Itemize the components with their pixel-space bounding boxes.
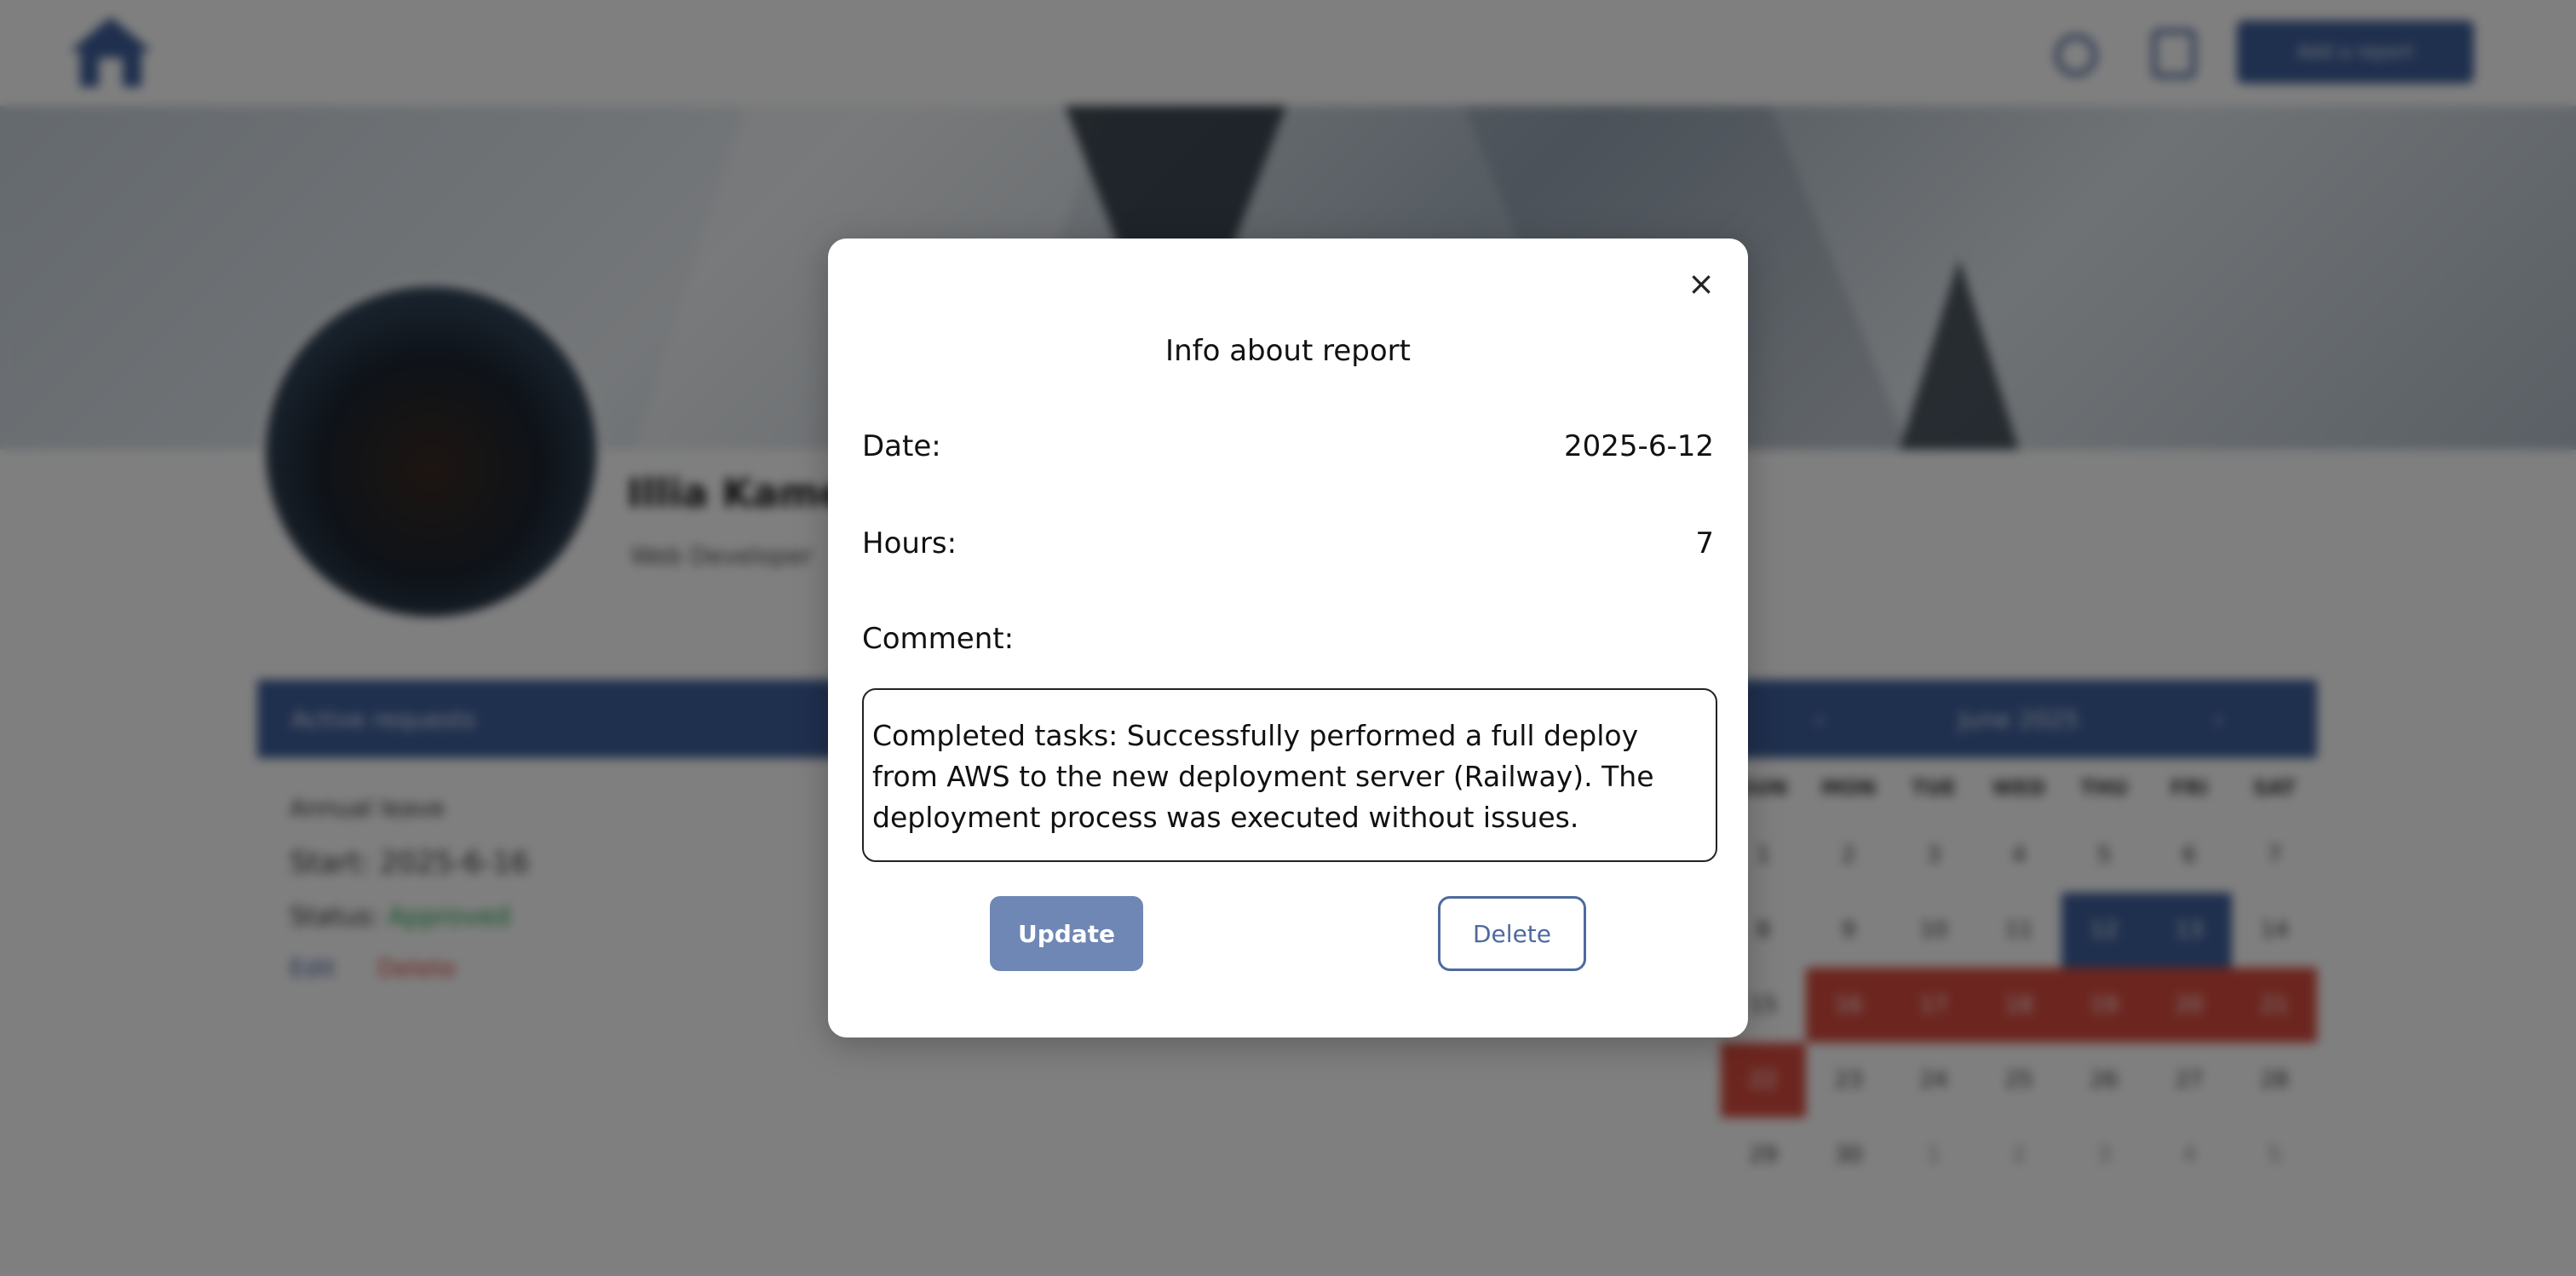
comment-label: Comment: xyxy=(862,622,1015,656)
hours-label: Hours: xyxy=(862,526,957,560)
report-info-modal: × Info about report Date: 2025-6-12 Hour… xyxy=(828,239,1748,1037)
date-label: Date: xyxy=(862,429,941,463)
modal-title: Info about report xyxy=(1165,334,1411,368)
delete-button[interactable]: Delete xyxy=(1438,896,1586,971)
update-button[interactable]: Update xyxy=(990,896,1143,971)
date-value: 2025-6-12 xyxy=(1564,429,1714,463)
close-icon[interactable]: × xyxy=(1680,262,1722,305)
comment-field[interactable]: Completed tasks: Successfully performed … xyxy=(862,688,1717,862)
hours-value: 7 xyxy=(1695,526,1714,560)
